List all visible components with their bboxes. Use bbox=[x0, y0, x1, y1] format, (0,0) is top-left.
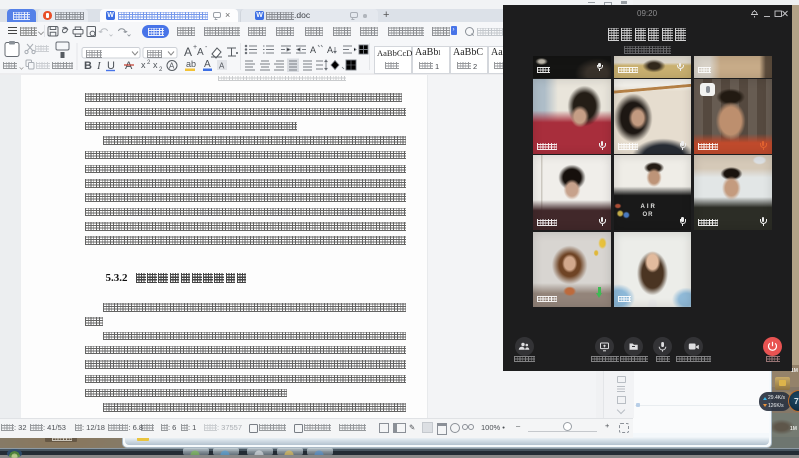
svg-text:A: A bbox=[197, 47, 204, 58]
svg-text:2: 2 bbox=[159, 67, 163, 73]
svg-text:x: x bbox=[153, 60, 158, 70]
svg-text:ab: ab bbox=[186, 59, 196, 69]
svg-text:A: A bbox=[184, 45, 192, 59]
svg-text:2: 2 bbox=[147, 60, 151, 66]
svg-text:-: - bbox=[205, 44, 208, 51]
svg-text:A: A bbox=[125, 60, 133, 72]
svg-text:B: B bbox=[84, 60, 92, 72]
svg-text:A: A bbox=[169, 62, 175, 71]
svg-text:I: I bbox=[96, 60, 102, 72]
svg-text:x: x bbox=[141, 60, 146, 70]
svg-text:A: A bbox=[327, 45, 333, 55]
svg-text:A: A bbox=[204, 59, 211, 70]
svg-text:A: A bbox=[219, 62, 225, 71]
svg-text:A: A bbox=[310, 45, 316, 55]
